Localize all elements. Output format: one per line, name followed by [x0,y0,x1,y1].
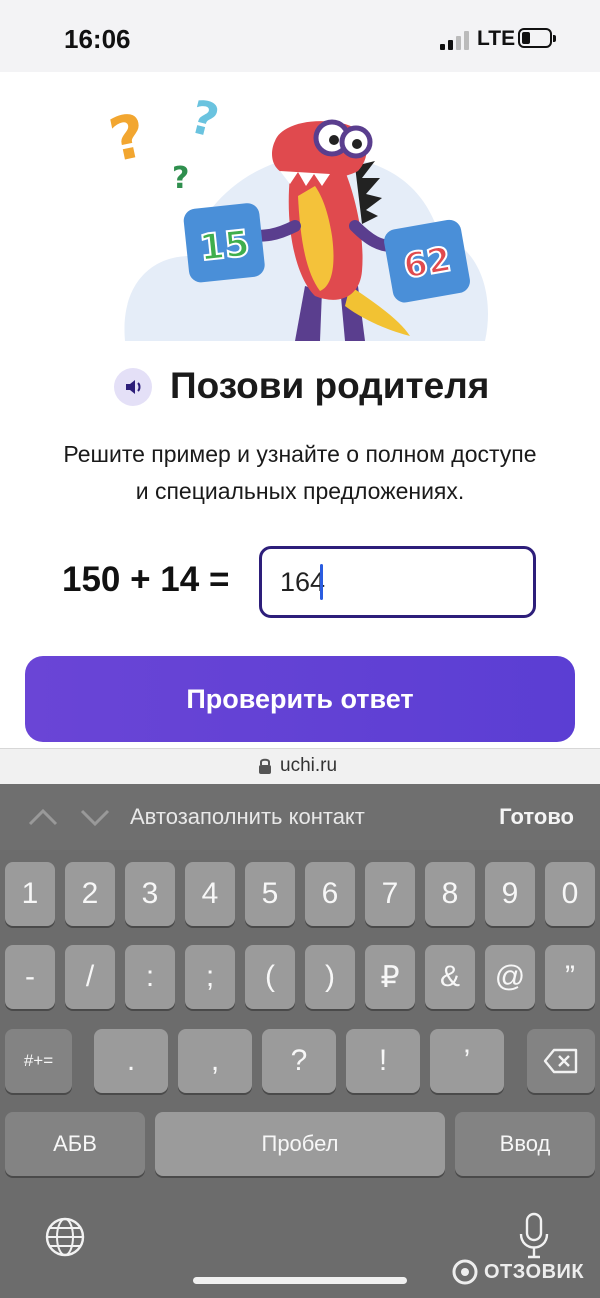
chevron-up-icon[interactable] [26,800,60,834]
key-semicolon[interactable]: ; [185,945,235,1009]
chevron-down-icon[interactable] [78,800,112,834]
key-return[interactable]: Ввод [455,1112,595,1176]
status-time: 16:06 [64,24,131,54]
lock-icon [259,758,271,774]
card-left-number: 15 [198,223,252,269]
status-bar: 16:06 LTE [0,0,600,72]
key-2[interactable]: 2 [65,862,115,926]
key-colon[interactable]: : [125,945,175,1009]
subtitle-line-2: и специальных предложениях. [135,478,465,504]
key-9[interactable]: 9 [485,862,535,926]
key-paren-close[interactable]: ) [305,945,355,1009]
microphone-icon[interactable] [518,1212,550,1260]
key-paren-open[interactable]: ( [245,945,295,1009]
key-7[interactable]: 7 [365,862,415,926]
key-space[interactable]: Пробел [155,1112,445,1176]
svg-text:?: ? [185,89,224,148]
key-exclamation[interactable]: ! [346,1029,420,1093]
key-abc[interactable]: АБВ [5,1112,145,1176]
watermark: ОТЗОВИК [452,1257,584,1287]
page-subtitle: Решите пример и узнайте о полном доступе… [20,436,580,510]
check-answer-button[interactable]: Проверить ответ [25,656,575,742]
math-equation: 150 + 14 = [62,560,230,599]
title-row: Позови родителя [0,360,600,420]
network-label: LTE [477,27,516,50]
browser-url-bar[interactable]: uchi.ru [0,748,600,785]
key-apostrophe[interactable]: ’ [430,1029,504,1093]
subtitle-line-1: Решите пример и узнайте о полном доступе [63,441,537,467]
page-title: Позови родителя [170,365,490,406]
signal-icon [440,30,470,50]
sound-button[interactable] [114,368,152,406]
autofill-contact[interactable]: Автозаполнить контакт [130,804,365,830]
card-right-number: 62 [401,239,455,287]
keyboard-toolbar: Автозаполнить контакт Готово [0,784,600,850]
backspace-key[interactable] [527,1029,595,1093]
key-0[interactable]: 0 [545,862,595,926]
key-period[interactable]: . [94,1029,168,1093]
url-text: uchi.ru [280,755,338,776]
home-indicator [193,1277,407,1284]
key-symbols-mode[interactable]: #+= [5,1029,72,1093]
dino-illustration: ? ? ? 15 62 [104,89,488,341]
text-caret [320,564,323,600]
svg-text:?: ? [104,101,153,177]
key-question[interactable]: ? [262,1029,336,1093]
battery-icon [518,28,556,48]
key-at[interactable]: @ [485,945,535,1009]
otzovik-logo-icon [452,1259,478,1285]
watermark-text: ОТЗОВИК [484,1260,585,1283]
key-ruble[interactable]: ₽ [365,945,415,1009]
speaker-icon [126,380,141,394]
key-4[interactable]: 4 [185,862,235,926]
key-6[interactable]: 6 [305,862,355,926]
key-ampersand[interactable]: & [425,945,475,1009]
backspace-icon [543,1048,578,1074]
svg-text:?: ? [172,161,189,196]
answer-input[interactable] [259,546,536,618]
key-8[interactable]: 8 [425,862,475,926]
done-button[interactable]: Готово [499,804,574,830]
key-3[interactable]: 3 [125,862,175,926]
key-1[interactable]: 1 [5,862,55,926]
key-5[interactable]: 5 [245,862,295,926]
key-dash[interactable]: - [5,945,55,1009]
globe-icon[interactable] [44,1216,86,1258]
key-comma[interactable]: , [178,1029,252,1093]
key-quote[interactable]: ” [545,945,595,1009]
key-slash[interactable]: / [65,945,115,1009]
